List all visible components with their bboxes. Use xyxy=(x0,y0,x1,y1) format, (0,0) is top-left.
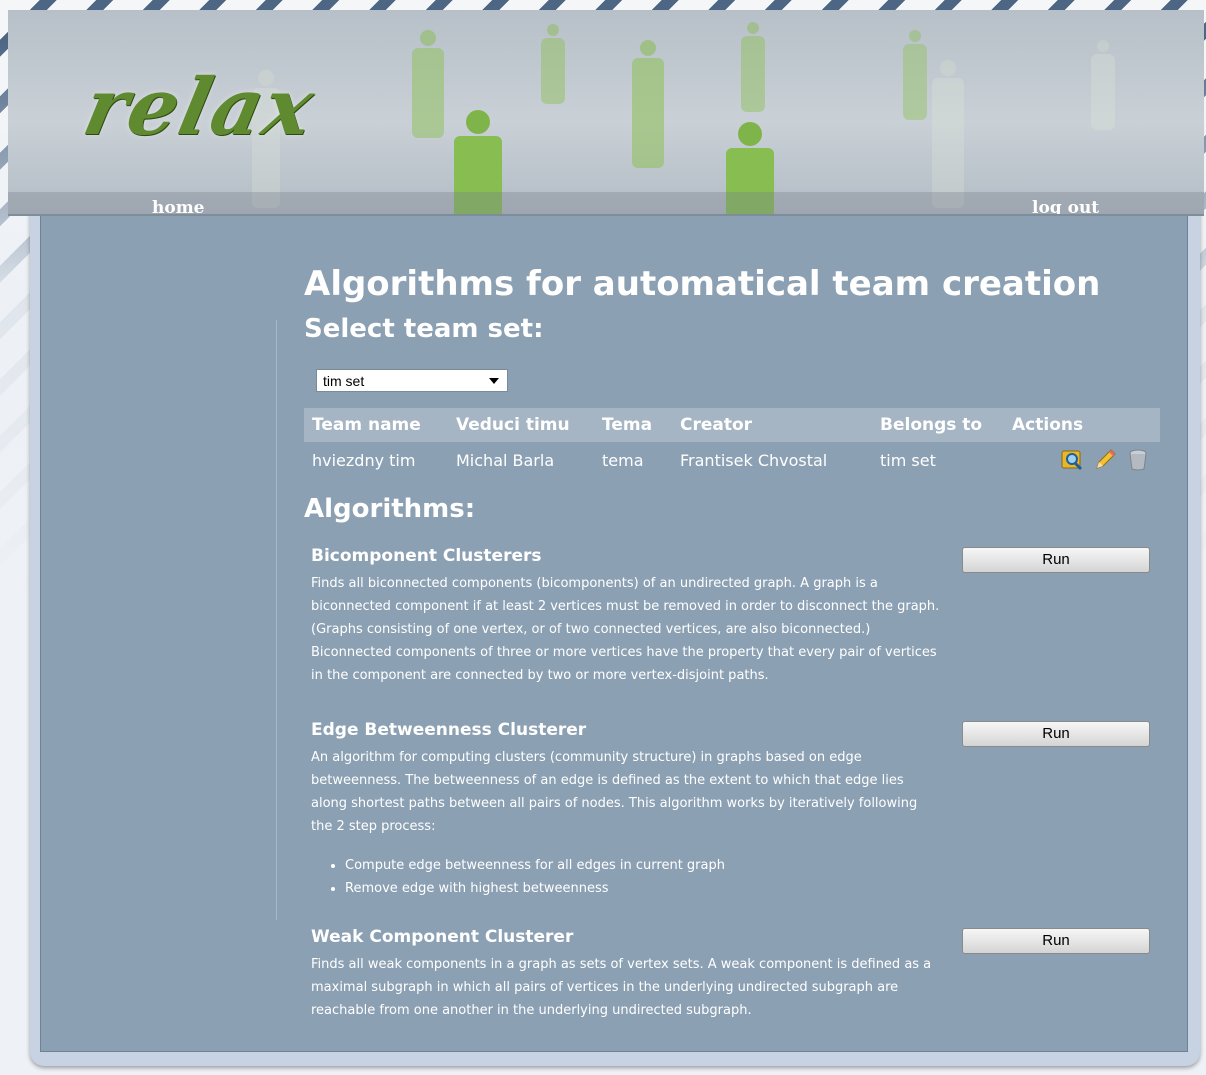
team-name-cell: hviezdny tim xyxy=(312,450,416,470)
team-set-select[interactable]: tim set xyxy=(316,369,508,392)
relax-logo: relax xyxy=(76,62,324,153)
home-link[interactable]: home xyxy=(152,198,205,214)
run-weak-component-button[interactable]: Run xyxy=(962,928,1150,954)
team-set-selected-value: tim set xyxy=(323,373,365,389)
table-row: hviezdny tim Michal Barla tema Frantisek… xyxy=(304,442,1160,478)
column-header: Creator xyxy=(672,408,872,442)
topic-cell: tema xyxy=(602,450,644,470)
list-item: Compute edge betweenness for all edges i… xyxy=(345,854,941,877)
column-header: Belongs to xyxy=(872,408,1004,442)
delete-icon[interactable] xyxy=(1126,448,1150,472)
logout-link[interactable]: log out xyxy=(1032,198,1099,214)
algorithm-weak-component: Weak Component Clusterer Finds all weak … xyxy=(311,927,941,1022)
run-edge-betweenness-button[interactable]: Run xyxy=(962,721,1150,747)
leader-cell: Michal Barla xyxy=(456,450,555,470)
view-icon[interactable] xyxy=(1060,448,1084,472)
algorithm-description: An algorithm for computing clusters (com… xyxy=(311,750,918,834)
figure-decoration xyxy=(538,24,568,104)
figure-decoration xyxy=(1088,40,1118,130)
creator-cell: Frantisek Chvostal xyxy=(680,450,828,470)
list-item: Remove edge with highest betweenness xyxy=(345,877,941,900)
algorithm-description: Finds all weak components in a graph as … xyxy=(311,957,932,1018)
actions-cell xyxy=(1004,442,1160,478)
page-title: Algorithms for automatical team creation xyxy=(304,264,1101,304)
belongs-to-cell: tim set xyxy=(880,450,936,470)
edit-icon[interactable] xyxy=(1093,448,1117,472)
figure-decoration xyxy=(628,40,668,170)
column-header: Actions xyxy=(1004,408,1160,442)
table-header-row: Team name Veduci timu Tema Creator Belon… xyxy=(304,408,1160,442)
algorithms-heading: Algorithms: xyxy=(304,494,476,524)
algorithm-name: Bicomponent Clusterers xyxy=(311,546,542,566)
figure-decoration xyxy=(900,30,930,120)
algorithm-name: Weak Component Clusterer xyxy=(311,927,574,947)
column-header: Tema xyxy=(594,408,672,442)
select-team-set-heading: Select team set: xyxy=(304,314,544,344)
header-banner: relax home log out xyxy=(8,10,1204,216)
chevron-down-icon xyxy=(489,378,499,384)
figure-decoration xyxy=(928,60,968,210)
sidebar-divider xyxy=(276,320,277,920)
figure-decoration xyxy=(738,22,768,112)
column-header: Veduci timu xyxy=(448,408,594,442)
algorithm-edge-betweenness: Edge Betweenness Clusterer An algorithm … xyxy=(311,720,941,900)
algorithm-bicomponent: Bicomponent Clusterers Finds all biconne… xyxy=(311,546,941,687)
algorithm-description: Finds all biconnected components (bicomp… xyxy=(311,576,940,683)
figure-decoration xyxy=(408,30,448,140)
column-header: Team name xyxy=(304,408,448,442)
algorithm-name: Edge Betweenness Clusterer xyxy=(311,720,587,740)
teams-table: Team name Veduci timu Tema Creator Belon… xyxy=(304,408,1160,478)
algorithm-steps: Compute edge betweenness for all edges i… xyxy=(345,854,941,900)
run-bicomponent-button[interactable]: Run xyxy=(962,547,1150,573)
